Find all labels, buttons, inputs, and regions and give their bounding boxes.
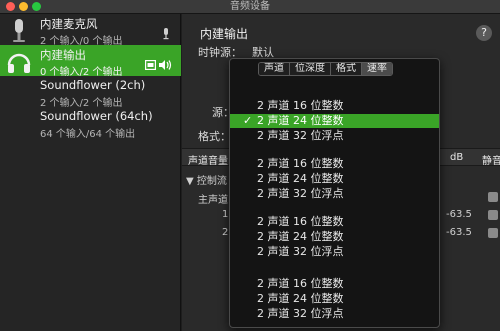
device-item-soundflower-64ch[interactable]: Soundflower (64ch) 64 个输入/64 个输出 (0, 107, 181, 140)
option-label: 2 声道 24 位整数 (257, 230, 344, 243)
option-label: 2 声道 16 位整数 (257, 99, 344, 112)
tree-label: 2 (222, 227, 229, 238)
option-label: 2 声道 24 位整数 (257, 172, 344, 185)
db-value: -63.5 (446, 209, 472, 220)
mute-header: 静音 (482, 156, 500, 167)
tab-bit-depth[interactable]: 位深度 (290, 63, 331, 75)
format-option[interactable]: 2 声道 16 位整数 (230, 277, 439, 291)
format-option[interactable]: 2 声道 32 位浮点 (230, 187, 439, 201)
option-label: 2 声道 24 位整数 (257, 114, 344, 127)
tree-label: ▼ 控制流 (186, 176, 227, 187)
format-option[interactable]: 2 声道 16 位整数 (230, 99, 439, 113)
format-option[interactable]: 2 声道 16 位整数 (230, 157, 439, 171)
tree-label: 1 (222, 209, 229, 220)
title-bar: 音频设备 (0, 0, 500, 14)
screen-output-icon (145, 60, 156, 70)
mute-checkbox[interactable] (488, 192, 498, 202)
checkmark-icon: ✓ (243, 114, 253, 127)
format-option[interactable]: 2 声道 24 位整数 (230, 172, 439, 186)
format-option[interactable]: 2 声道 24 位整数 (230, 292, 439, 306)
format-tab-bar: 声道 位深度 格式 速率 (258, 62, 393, 76)
format-option[interactable]: 2 声道 32 位浮点 (230, 129, 439, 143)
format-option[interactable]: 2 声道 32 位浮点 (230, 307, 439, 321)
headphones-icon (7, 53, 31, 73)
tab-format[interactable]: 格式 (331, 63, 362, 75)
mute-checkbox[interactable] (488, 228, 498, 238)
device-list: 内建麦克风 2 个输入/0 个输出 内建输出 0 个输入/2 个输出 Sound… (0, 14, 181, 331)
device-item-builtin-output[interactable]: 内建输出 0 个输入/2 个输出 (0, 45, 181, 78)
device-name: Soundflower (64ch) (40, 109, 153, 123)
format-option-selected[interactable]: ✓ 2 声道 24 位整数 (230, 114, 439, 128)
db-value: -63.5 (446, 227, 472, 238)
option-label: 2 声道 24 位整数 (257, 292, 344, 305)
device-channels: 64 个输入/64 个输出 (40, 129, 136, 140)
option-label: 2 声道 16 位整数 (257, 157, 344, 170)
option-label: 2 声道 32 位浮点 (257, 129, 344, 142)
help-icon[interactable]: ? (476, 25, 492, 41)
tab-channels[interactable]: 声道 (259, 63, 290, 75)
option-label: 2 声道 32 位浮点 (257, 187, 344, 200)
format-option[interactable]: 2 声道 32 位浮点 (230, 245, 439, 259)
format-popup-menu: 声道 位深度 格式 速率 2 声道 16 位整数 ✓ 2 声道 24 位整数 2 … (229, 58, 440, 328)
device-name: Soundflower (2ch) (40, 78, 146, 92)
tree-label: 主声道 (198, 195, 228, 206)
mute-checkbox[interactable] (488, 210, 498, 220)
option-label: 2 声道 32 位浮点 (257, 245, 344, 258)
db-header: dB (450, 152, 464, 163)
speaker-icon (159, 60, 172, 70)
mic-small-icon (163, 28, 169, 40)
option-label: 2 声道 16 位整数 (257, 215, 344, 228)
window-title: 音频设备 (230, 1, 270, 12)
microphone-icon (13, 19, 25, 42)
format-label: 格式： (198, 130, 231, 143)
device-item-soundflower-2ch[interactable]: Soundflower (2ch) 2 个输入/2 个输出 (0, 76, 181, 109)
format-option[interactable]: 2 声道 24 位整数 (230, 230, 439, 244)
device-name: 内建麦克风 (40, 17, 98, 31)
format-option[interactable]: 2 声道 16 位整数 (230, 215, 439, 229)
device-name: 内建输出 (40, 48, 86, 62)
option-label: 2 声道 32 位浮点 (257, 307, 344, 320)
device-item-builtin-mic[interactable]: 内建麦克风 2 个输入/0 个输出 (0, 14, 181, 47)
tab-rate[interactable]: 速率 (362, 63, 392, 75)
channel-volume-header: 声道音量 (188, 156, 228, 167)
page-title: 内建输出 (200, 27, 249, 41)
option-label: 2 声道 16 位整数 (257, 277, 344, 290)
